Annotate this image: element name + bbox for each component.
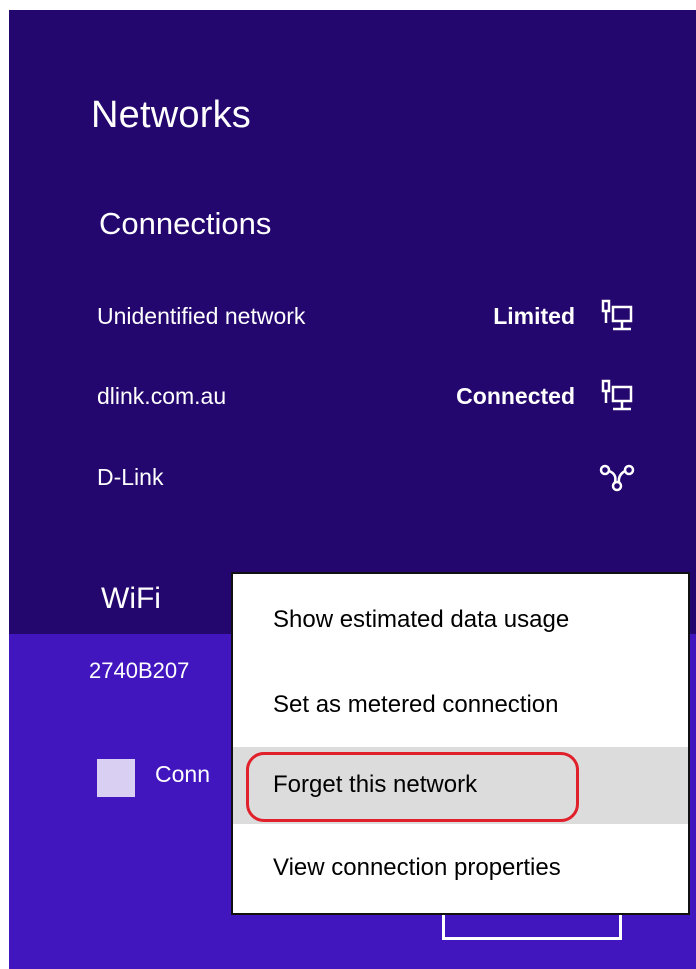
wifi-ssid: 2740B207 <box>89 658 190 683</box>
context-menu: Show estimated data usage Set as metered… <box>231 572 690 915</box>
connection-row-dlink-com-au[interactable]: dlink.com.au Connected <box>97 379 657 413</box>
menu-item-set-metered[interactable]: Set as metered connection <box>233 667 688 744</box>
wifi-heading: WiFi <box>101 582 161 615</box>
menu-item-label: Show estimated data usage <box>273 606 570 633</box>
connection-row-unidentified[interactable]: Unidentified network Limited <box>97 299 657 333</box>
connection-status: Limited <box>493 303 575 329</box>
connection-name: Unidentified network <box>97 303 306 329</box>
menu-item-label: Set as metered connection <box>273 691 559 718</box>
menu-item-label: Forget this network <box>273 771 478 798</box>
menu-item-forget-network[interactable]: Forget this network <box>233 747 688 824</box>
connect-automatically-checkbox[interactable] <box>97 759 135 797</box>
ethernet-icon <box>601 299 633 331</box>
panel-title: Networks <box>91 94 251 136</box>
menu-item-show-data-usage[interactable]: Show estimated data usage <box>233 582 688 659</box>
connection-status: Connected <box>456 383 575 409</box>
menu-item-view-properties[interactable]: View connection properties <box>233 830 688 907</box>
ethernet-icon <box>601 379 633 411</box>
connection-name: dlink.com.au <box>97 383 227 409</box>
dialup-icon <box>599 464 635 492</box>
connections-heading: Connections <box>99 206 272 241</box>
connect-automatically-label: Conn <box>155 761 210 787</box>
menu-item-label: View connection properties <box>273 854 561 881</box>
connection-row-d-link[interactable]: D-Link <box>97 460 657 494</box>
connection-name: D-Link <box>97 464 164 490</box>
